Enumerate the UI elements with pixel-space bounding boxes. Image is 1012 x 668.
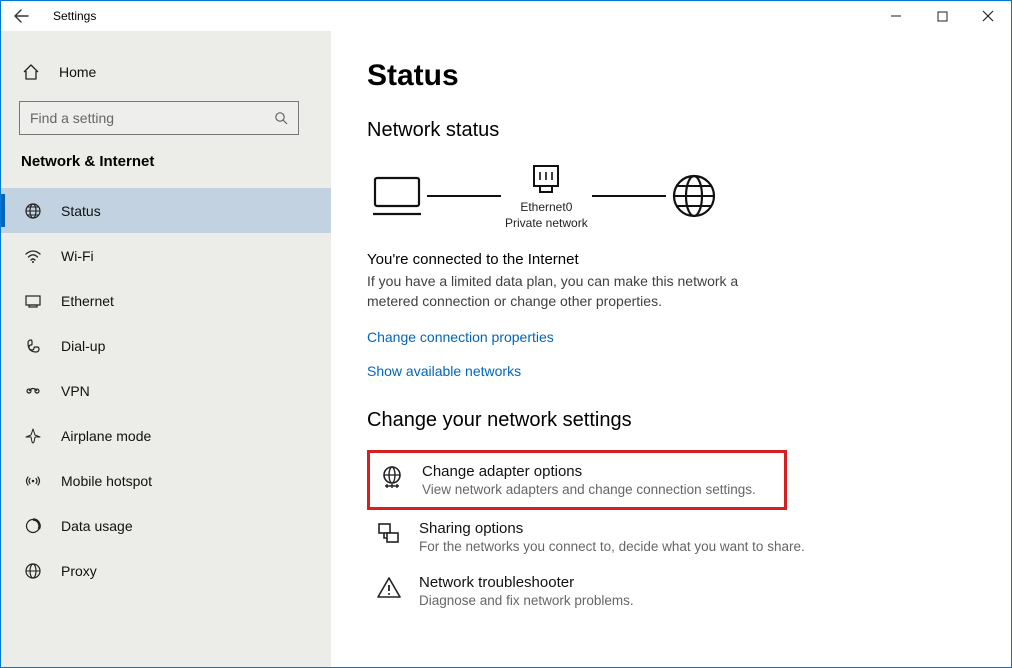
adapter-icon: [528, 160, 564, 196]
maximize-button[interactable]: [919, 1, 965, 31]
diagram-line: [592, 195, 666, 197]
proxy-icon: [23, 561, 43, 581]
sharing-icon: [375, 520, 403, 548]
card-subtitle: Diagnose and fix network problems.: [419, 593, 634, 608]
main-content: Status Network status Ethernet0 Private …: [331, 31, 1011, 667]
sidebar-item-label: Wi-Fi: [61, 248, 94, 264]
home-icon: [21, 62, 41, 82]
card-network-troubleshooter[interactable]: Network troubleshooter Diagnose and fix …: [367, 564, 975, 618]
sidebar-item-label: Proxy: [61, 563, 97, 579]
dialup-icon: [23, 336, 43, 356]
connected-subtitle: If you have a limited data plan, you can…: [367, 272, 777, 311]
sidebar-item-label: Data usage: [61, 518, 133, 534]
adapter-type: Private network: [505, 216, 588, 232]
card-title: Network troubleshooter: [419, 574, 634, 591]
sidebar-item-label: Airplane mode: [61, 428, 151, 444]
link-change-connection-properties[interactable]: Change connection properties: [367, 329, 975, 345]
section-network-status: Network status: [367, 119, 975, 142]
card-title: Change adapter options: [422, 463, 756, 480]
search-input[interactable]: Find a setting: [19, 101, 299, 135]
troubleshooter-icon: [375, 574, 403, 602]
sidebar-item-label: Mobile hotspot: [61, 473, 152, 489]
card-title: Sharing options: [419, 520, 805, 537]
minimize-button[interactable]: [873, 1, 919, 31]
page-title: Status: [367, 59, 975, 93]
back-button[interactable]: [7, 2, 35, 30]
data-usage-icon: [23, 516, 43, 536]
pc-icon: [371, 174, 423, 218]
adapter-name: Ethernet0: [505, 200, 588, 216]
back-arrow-icon: [13, 8, 29, 24]
minimize-icon: [890, 10, 902, 22]
search-placeholder: Find a setting: [30, 110, 114, 126]
sidebar-item-label: VPN: [61, 383, 90, 399]
sidebar-item-proxy[interactable]: Proxy: [1, 548, 331, 593]
internet-globe-icon: [670, 172, 718, 220]
section-change-network-settings: Change your network settings: [367, 409, 975, 432]
adapter-options-icon: [378, 463, 406, 491]
card-change-adapter-options[interactable]: Change adapter options View network adap…: [367, 450, 787, 510]
home-label: Home: [59, 64, 96, 80]
sidebar: Home Find a setting Network & Internet S…: [1, 31, 331, 667]
window-title: Settings: [53, 9, 96, 23]
connected-title: You're connected to the Internet: [367, 251, 975, 268]
card-subtitle: View network adapters and change connect…: [422, 482, 756, 497]
sidebar-item-status[interactable]: Status: [1, 188, 331, 233]
airplane-icon: [23, 426, 43, 446]
sidebar-section-label: Network & Internet: [1, 153, 331, 170]
maximize-icon: [937, 11, 948, 22]
link-show-available-networks[interactable]: Show available networks: [367, 363, 975, 379]
card-subtitle: For the networks you connect to, decide …: [419, 539, 805, 554]
vpn-icon: [23, 381, 43, 401]
sidebar-item-ethernet[interactable]: Ethernet: [1, 278, 331, 323]
ethernet-icon: [23, 291, 43, 311]
wifi-icon: [23, 246, 43, 266]
globe-icon: [23, 201, 43, 221]
sidebar-item-datausage[interactable]: Data usage: [1, 503, 331, 548]
close-icon: [982, 10, 994, 22]
search-icon: [274, 111, 288, 125]
sidebar-item-vpn[interactable]: VPN: [1, 368, 331, 413]
network-diagram: Ethernet0 Private network: [371, 160, 975, 231]
hotspot-icon: [23, 471, 43, 491]
sidebar-item-label: Ethernet: [61, 293, 114, 309]
sidebar-item-label: Status: [61, 203, 101, 219]
sidebar-item-label: Dial-up: [61, 338, 105, 354]
settings-window: Settings Home Find a setting: [0, 0, 1012, 668]
sidebar-item-airplane[interactable]: Airplane mode: [1, 413, 331, 458]
sidebar-item-hotspot[interactable]: Mobile hotspot: [1, 458, 331, 503]
card-sharing-options[interactable]: Sharing options For the networks you con…: [367, 510, 975, 564]
diagram-line: [427, 195, 501, 197]
home-nav[interactable]: Home: [1, 53, 331, 91]
close-button[interactable]: [965, 1, 1011, 31]
sidebar-item-dialup[interactable]: Dial-up: [1, 323, 331, 368]
sidebar-item-wifi[interactable]: Wi-Fi: [1, 233, 331, 278]
titlebar: Settings: [1, 1, 1011, 31]
